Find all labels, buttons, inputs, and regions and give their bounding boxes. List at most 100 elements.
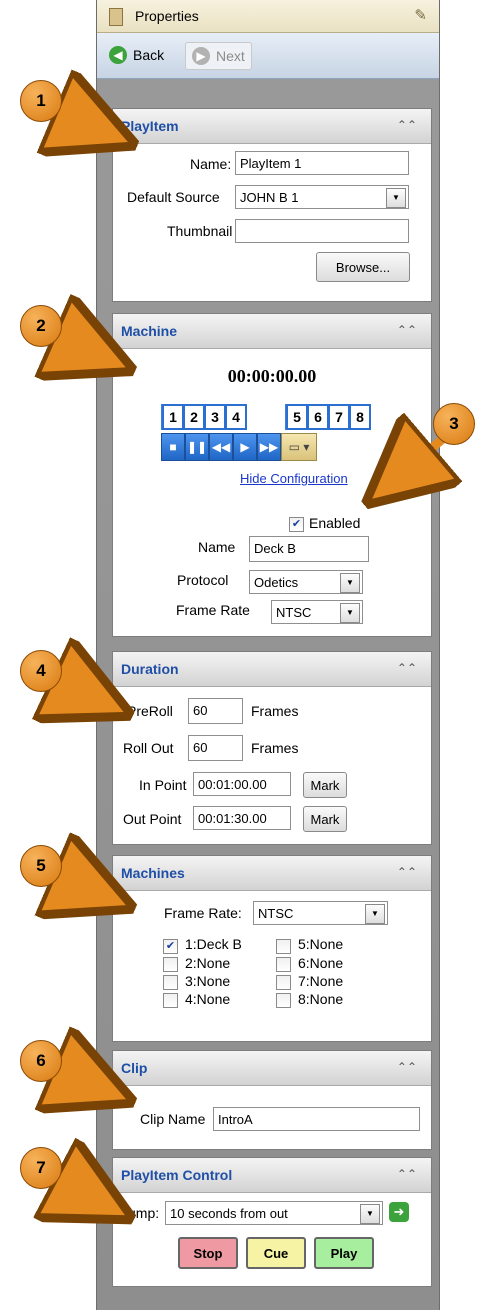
duration-section: Duration ⌃⌃ PreRoll 60 Frames Roll Out 6… <box>112 651 432 845</box>
dropdown-arrow-icon[interactable]: ▼ <box>365 904 385 924</box>
collapse-icon[interactable]: ⌃⌃ <box>397 323 417 337</box>
clip-header[interactable]: Clip ⌃⌃ <box>113 1051 431 1086</box>
machines-header[interactable]: Machines ⌃⌃ <box>113 856 431 891</box>
machine-1-button[interactable]: 1 <box>162 404 184 430</box>
dropdown-arrow-icon[interactable]: ▼ <box>340 573 360 593</box>
playitem-control-header[interactable]: PlayItem Control ⌃⌃ <box>113 1158 431 1193</box>
properties-icon <box>109 8 123 26</box>
play-transport-icon[interactable]: ▶ <box>233 433 257 461</box>
cue-button[interactable]: Cue <box>246 1237 306 1269</box>
window-title: Properties <box>135 8 199 24</box>
machine-6-checkbox[interactable] <box>276 957 291 972</box>
stop-button[interactable]: Stop <box>178 1237 238 1269</box>
machines-title: Machines <box>121 865 185 881</box>
machine-2-label: 2:None <box>185 955 231 971</box>
playitem-section: PlayItem ⌃⌃ Name: PlayItem 1 Default Sou… <box>112 108 432 302</box>
protocol-select[interactable]: Odetics ▼ <box>249 570 363 594</box>
play-button[interactable]: Play <box>314 1237 374 1269</box>
machine-3-button[interactable]: 3 <box>204 404 226 430</box>
frame-rate-value: NTSC <box>276 605 312 620</box>
back-button[interactable]: ◀ Back <box>109 42 164 68</box>
collapse-icon[interactable]: ⌃⌃ <box>397 661 417 675</box>
machine-number-group-1: 1 2 3 4 <box>161 404 247 430</box>
protocol-value: Odetics <box>254 575 299 590</box>
machine-section: Machine ⌃⌃ 00:00:00.00 1 2 3 4 5 6 7 8 ■… <box>112 313 432 637</box>
machine-8-button[interactable]: 8 <box>349 404 371 430</box>
duration-header[interactable]: Duration ⌃⌃ <box>113 652 431 687</box>
dropdown-arrow-icon[interactable]: ▼ <box>340 603 360 623</box>
fast-forward-icon[interactable]: ▶▶ <box>257 433 281 461</box>
outpoint-input[interactable]: 00:01:30.00 <box>193 806 291 830</box>
outpoint-mark-button[interactable]: Mark <box>303 806 347 832</box>
nav-bar: ◀ Back ▶ Next <box>97 33 439 79</box>
machine-5-button[interactable]: 5 <box>286 404 308 430</box>
clip-title: Clip <box>121 1060 148 1076</box>
rollout-input[interactable]: 60 <box>188 735 243 761</box>
browse-button[interactable]: Browse... <box>316 252 410 282</box>
machine-1-label: 1:Deck B <box>185 936 242 952</box>
default-source-label: Default Source <box>127 189 220 205</box>
machine-8-checkbox[interactable] <box>276 993 291 1008</box>
folder-dropdown-icon[interactable]: ▭ ▾ <box>281 433 317 461</box>
frame-rate-select[interactable]: NTSC ▼ <box>271 600 363 624</box>
machine-7-button[interactable]: 7 <box>328 404 350 430</box>
back-arrow-icon: ◀ <box>109 46 127 64</box>
next-button[interactable]: ▶ Next <box>185 42 252 70</box>
machines-frame-rate-select[interactable]: NTSC ▼ <box>253 901 388 925</box>
default-source-select[interactable]: JOHN B 1 ▼ <box>235 185 409 209</box>
enabled-checkbox[interactable]: ✔ <box>289 517 304 532</box>
stop-transport-icon[interactable]: ■ <box>161 433 185 461</box>
clip-name-input[interactable]: IntroA <box>213 1107 420 1131</box>
pin-icon[interactable]: ✎ <box>414 6 427 24</box>
machine-2-checkbox[interactable] <box>163 957 178 972</box>
callout-2: 2 <box>20 305 62 347</box>
machine-7-checkbox[interactable] <box>276 975 291 990</box>
go-arrow-icon[interactable]: ➜ <box>389 1202 409 1222</box>
machine-4-label: 4:None <box>185 991 231 1007</box>
preroll-input[interactable]: 60 <box>188 698 243 724</box>
machines-frame-rate-value: NTSC <box>258 906 294 921</box>
machine-1-checkbox[interactable]: ✔ <box>163 939 178 954</box>
machine-4-button[interactable]: 4 <box>225 404 247 430</box>
machine-3-checkbox[interactable] <box>163 975 178 990</box>
dropdown-arrow-icon[interactable]: ▼ <box>386 188 406 208</box>
machine-4-checkbox[interactable] <box>163 993 178 1008</box>
name-input[interactable]: PlayItem 1 <box>235 151 409 175</box>
collapse-icon[interactable]: ⌃⌃ <box>397 118 417 132</box>
title-bar: Properties ✎ <box>97 0 439 33</box>
next-label: Next <box>216 48 245 64</box>
properties-panel: Properties ✎ ◀ Back ▶ Next PlayItem ⌃⌃ N… <box>96 0 440 1310</box>
hide-configuration-link[interactable]: Hide Configuration <box>240 471 348 486</box>
machine-5-label: 5:None <box>298 936 344 952</box>
machine-header[interactable]: Machine ⌃⌃ <box>113 314 431 349</box>
machine-title: Machine <box>121 323 178 339</box>
machine-2-button[interactable]: 2 <box>183 404 205 430</box>
rollout-unit: Frames <box>251 740 299 756</box>
collapse-icon[interactable]: ⌃⌃ <box>397 865 417 879</box>
playitem-header[interactable]: PlayItem ⌃⌃ <box>113 109 431 144</box>
collapse-icon[interactable]: ⌃⌃ <box>397 1060 417 1074</box>
thumbnail-input[interactable] <box>235 219 409 243</box>
machine-number-group-2: 5 6 7 8 <box>285 404 371 430</box>
inpoint-mark-button[interactable]: Mark <box>303 772 347 798</box>
collapse-icon[interactable]: ⌃⌃ <box>397 1167 417 1181</box>
callout-arrow-5 <box>55 875 102 895</box>
rewind-icon[interactable]: ◀◀ <box>209 433 233 461</box>
callout-6: 6 <box>20 1040 62 1082</box>
clip-section: Clip ⌃⌃ Clip Name IntroA <box>112 1050 432 1150</box>
timecode-display: 00:00:00.00 <box>227 366 317 386</box>
machine-8-label: 8:None <box>298 991 344 1007</box>
duration-title: Duration <box>121 661 179 677</box>
machine-name-label: Name <box>198 539 236 555</box>
jump-select[interactable]: 10 seconds from out ▼ <box>165 1201 383 1225</box>
callout-5: 5 <box>20 845 62 887</box>
machine-6-button[interactable]: 6 <box>307 404 329 430</box>
pause-icon[interactable]: ❚❚ <box>185 433 209 461</box>
inpoint-input[interactable]: 00:01:00.00 <box>193 772 291 796</box>
machine-name-input[interactable]: Deck B <box>249 536 369 562</box>
rollout-label: Roll Out <box>123 740 174 756</box>
machines-frame-rate-label: Frame Rate: <box>164 905 242 921</box>
dropdown-arrow-icon[interactable]: ▼ <box>360 1204 380 1224</box>
machine-5-checkbox[interactable] <box>276 939 291 954</box>
playitem-control-section: PlayItem Control ⌃⌃ Jump: 10 seconds fro… <box>112 1157 432 1287</box>
